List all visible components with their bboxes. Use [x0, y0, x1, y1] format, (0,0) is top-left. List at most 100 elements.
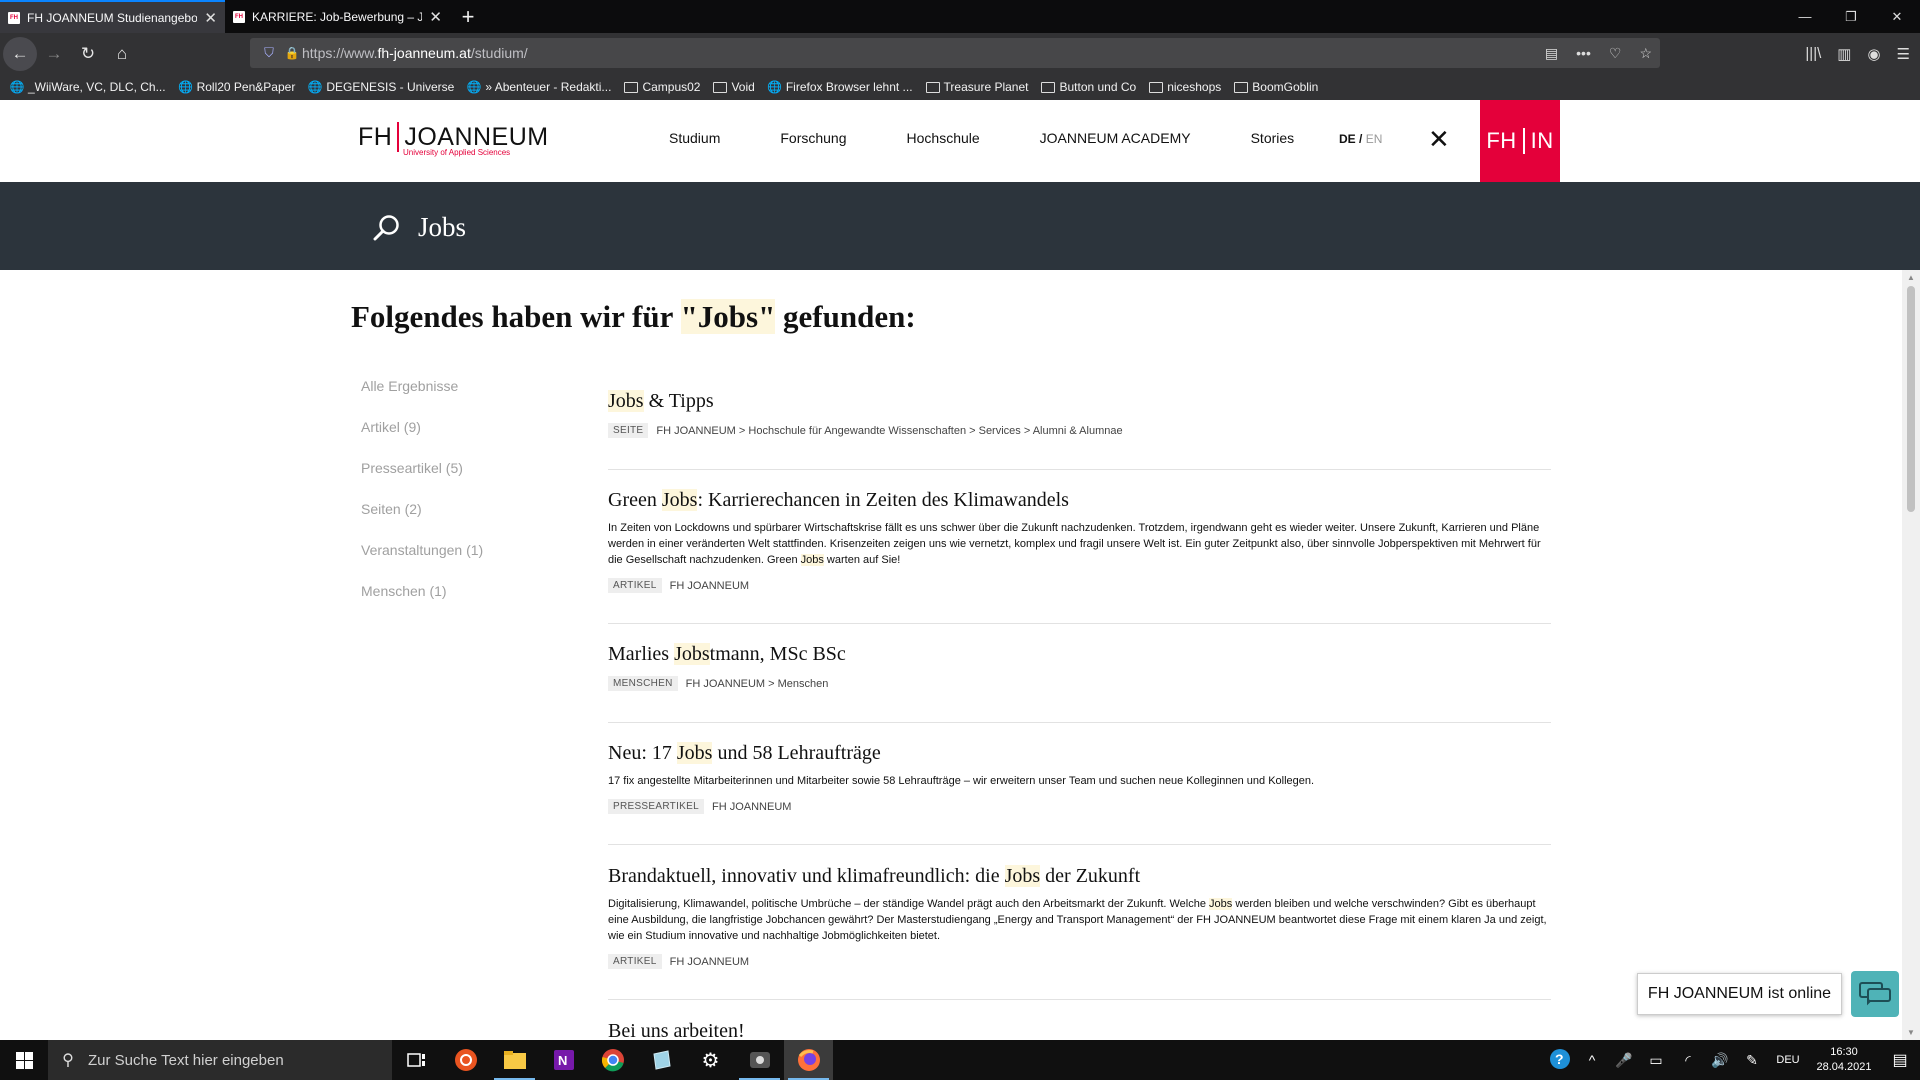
- fh-intranet-button[interactable]: FH IN: [1480, 100, 1560, 182]
- volume-icon[interactable]: 🔊: [1704, 1052, 1736, 1069]
- bookmark-folder[interactable]: Treasure Planet: [925, 80, 1028, 94]
- nav-joanneum-academy[interactable]: JOANNEUM ACADEMY: [1040, 130, 1191, 146]
- nav-hochschule[interactable]: Hochschule: [907, 130, 980, 146]
- result-path: FH JOANNEUM > Menschen: [685, 677, 829, 690]
- result-type-badge: ARTIKEL: [608, 578, 662, 593]
- filter-menschen[interactable]: Menschen (1): [361, 583, 483, 624]
- bookmark-folder[interactable]: niceshops: [1149, 80, 1221, 94]
- bookmark-folder[interactable]: BoomGoblin: [1234, 80, 1318, 94]
- close-tab-icon[interactable]: ✕: [429, 8, 442, 26]
- system-tray: ? ^ 🎤 ▭ ◜ 🔊 ✎ DEU 16:30 28.04.2021 ▤: [1544, 1040, 1920, 1080]
- tab-title: FH JOANNEUM Studienangebot: [27, 10, 198, 25]
- chat-online-label[interactable]: FH JOANNEUM ist online: [1637, 973, 1842, 1015]
- network-icon[interactable]: ◜: [1672, 1052, 1704, 1069]
- pen-icon[interactable]: ✎: [1736, 1052, 1768, 1069]
- library-icon[interactable]: |||\: [1805, 45, 1821, 62]
- url-text[interactable]: https://www.fh-joanneum.at/studium/: [302, 45, 528, 61]
- filter-presseartikel[interactable]: Presseartikel (5): [361, 460, 483, 501]
- ubuntu-app-icon[interactable]: [441, 1040, 490, 1080]
- bookmark-item[interactable]: 🌐 Firefox Browser lehnt ...: [767, 80, 912, 94]
- filter-alle-ergebnisse[interactable]: Alle Ergebnisse: [361, 378, 483, 419]
- page-actions-icon[interactable]: •••: [1576, 45, 1591, 61]
- back-button[interactable]: ←: [3, 36, 37, 71]
- notes-app-icon[interactable]: [637, 1040, 686, 1080]
- result-title[interactable]: Marlies Jobstmann, MSc BSc: [608, 643, 1551, 666]
- firefox-icon[interactable]: [784, 1040, 833, 1080]
- clock[interactable]: 16:30 28.04.2021: [1808, 1045, 1880, 1075]
- account-icon[interactable]: ◉: [1867, 45, 1880, 63]
- close-tab-icon[interactable]: ✕: [204, 9, 217, 27]
- result-title[interactable]: Brandaktuell, innovativ und klimafreundl…: [608, 865, 1551, 888]
- restore-icon[interactable]: ❐: [1828, 0, 1874, 33]
- bookmark-item[interactable]: 🌐 _WiiWare, VC, DLC, Ch...: [10, 80, 166, 94]
- nav-stories[interactable]: Stories: [1251, 130, 1295, 146]
- bookmark-folder[interactable]: Campus02: [624, 80, 700, 94]
- chrome-icon[interactable]: [588, 1040, 637, 1080]
- windows-taskbar: ⚲ Zur Suche Text hier eingeben N ⚙ ? ^ 🎤…: [0, 1040, 1920, 1080]
- menu-icon[interactable]: ☰: [1897, 45, 1910, 63]
- tab-karriere[interactable]: FH KARRIERE: Job-Bewerbung – JOANNEUM ✕: [225, 0, 450, 33]
- filter-seiten[interactable]: Seiten (2): [361, 501, 483, 542]
- taskbar-search-box[interactable]: ⚲ Zur Suche Text hier eingeben: [48, 1040, 392, 1080]
- site-header: FH JOANNEUM University of Applied Science…: [0, 100, 1920, 182]
- input-language[interactable]: DEU: [1768, 1054, 1808, 1066]
- minimize-icon[interactable]: —: [1782, 0, 1828, 33]
- tracking-protection-shield-icon[interactable]: ⛉: [256, 45, 282, 61]
- bookmark-item[interactable]: 🌐 Roll20 Pen&Paper: [178, 80, 295, 94]
- url-bar[interactable]: ⛉ 🔒 https://www.fh-joanneum.at/studium/ …: [250, 38, 1660, 68]
- search-icon[interactable]: [372, 213, 402, 248]
- result-title[interactable]: Bei uns arbeiten!: [608, 1020, 1551, 1040]
- language-switch: DE / EN: [1339, 132, 1382, 146]
- show-hidden-icons-chevron-icon[interactable]: ^: [1576, 1052, 1608, 1068]
- result-title[interactable]: Green Jobs: Karrierechancen in Zeiten de…: [608, 489, 1551, 512]
- task-view-icon[interactable]: [392, 1040, 441, 1080]
- page-scrollbar[interactable]: ▲ ▼: [1902, 270, 1920, 1040]
- scroll-up-arrow-icon[interactable]: ▲: [1907, 273, 1915, 282]
- nav-forschung[interactable]: Forschung: [780, 130, 846, 146]
- taskbar-search-placeholder: Zur Suche Text hier eingeben: [88, 1051, 284, 1069]
- divider: [608, 844, 1551, 845]
- reader-view-icon[interactable]: ▤: [1545, 45, 1558, 62]
- filter-artikel[interactable]: Artikel (9): [361, 419, 483, 460]
- nav-studium[interactable]: Studium: [669, 130, 720, 146]
- close-window-icon[interactable]: ✕: [1874, 0, 1920, 33]
- bookmark-item[interactable]: 🌐 DEGENESIS - Universe: [308, 80, 455, 94]
- bookmark-folder[interactable]: Void: [713, 80, 755, 94]
- result-title[interactable]: Neu: 17 Jobs und 58 Lehraufträge: [608, 742, 1551, 765]
- divider: [608, 469, 1551, 470]
- result-meta: ARTIKEL FH JOANNEUM: [608, 954, 1551, 969]
- close-search-icon[interactable]: ✕: [1428, 124, 1450, 155]
- svg-text:?: ?: [1555, 1051, 1564, 1067]
- lock-icon[interactable]: 🔒: [282, 46, 302, 60]
- notifications-icon[interactable]: ▤: [1880, 1050, 1920, 1070]
- pocket-icon[interactable]: ♡: [1609, 45, 1622, 62]
- lang-de[interactable]: DE: [1339, 132, 1356, 146]
- fh-joanneum-logo[interactable]: FH JOANNEUM University of Applied Science…: [358, 122, 549, 157]
- file-explorer-icon[interactable]: [490, 1040, 539, 1080]
- bookmark-item[interactable]: 🌐» Abenteuer - Redakti...: [467, 80, 612, 94]
- chat-button[interactable]: [1851, 971, 1899, 1017]
- microphone-icon[interactable]: 🎤: [1608, 1052, 1640, 1069]
- settings-gear-icon[interactable]: ⚙: [686, 1040, 735, 1080]
- result-title[interactable]: Jobs & Tipps: [608, 390, 1551, 413]
- start-button[interactable]: [0, 1040, 48, 1080]
- media-app-icon[interactable]: [735, 1040, 784, 1080]
- help-icon[interactable]: ?: [1544, 1048, 1576, 1073]
- folder-icon: [925, 80, 940, 94]
- onenote-icon[interactable]: N: [539, 1040, 588, 1080]
- forward-button[interactable]: →: [37, 37, 71, 71]
- search-input[interactable]: Jobs: [418, 212, 466, 243]
- filter-veranstaltungen[interactable]: Veranstaltungen (1): [361, 542, 483, 583]
- new-tab-button[interactable]: +: [450, 0, 486, 33]
- tab-fh-joanneum-studienangebot[interactable]: FH FH JOANNEUM Studienangebot ✕: [0, 0, 225, 33]
- lang-en[interactable]: EN: [1366, 132, 1383, 146]
- globe-icon: 🌐: [9, 80, 25, 94]
- bookmark-star-icon[interactable]: ☆: [1639, 45, 1652, 62]
- sidebar-icon[interactable]: ▥: [1837, 45, 1851, 63]
- reload-button[interactable]: ↻: [71, 37, 105, 71]
- scroll-down-arrow-icon[interactable]: ▼: [1907, 1028, 1915, 1037]
- scrollbar-thumb[interactable]: [1907, 286, 1915, 512]
- bookmark-folder[interactable]: Button und Co: [1041, 80, 1136, 94]
- battery-icon[interactable]: ▭: [1640, 1052, 1672, 1069]
- home-button[interactable]: ⌂: [105, 37, 139, 71]
